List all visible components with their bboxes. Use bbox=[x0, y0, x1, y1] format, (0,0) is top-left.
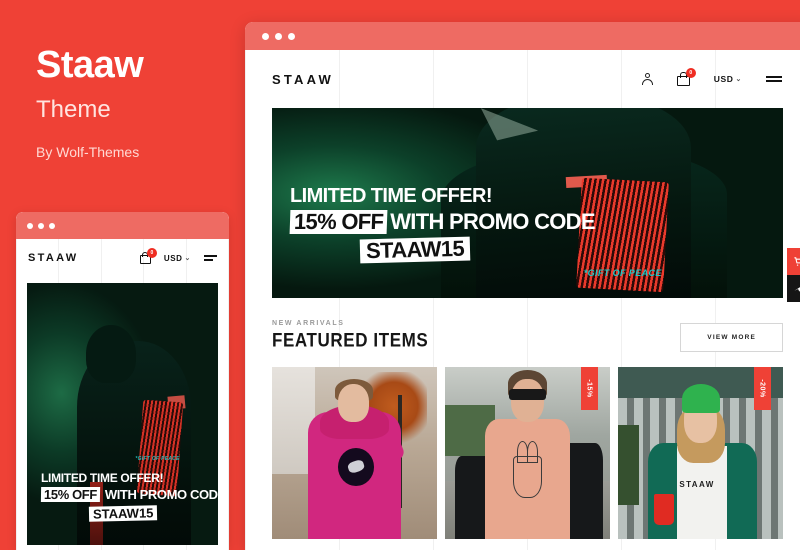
window-dot-maximize[interactable] bbox=[288, 32, 295, 40]
discount-badge: -15% bbox=[581, 367, 598, 410]
desktop-page: STAAW 0 USD ⌄ *GIFT OF PEACE LIMITED TIM… bbox=[245, 50, 800, 550]
promo-author: By Wolf-Themes bbox=[36, 143, 140, 160]
header-icons: 0 USD ⌄ bbox=[641, 68, 782, 86]
page-title: Staaw bbox=[36, 44, 144, 86]
share-float-button[interactable] bbox=[787, 275, 800, 302]
hero-line-1: LIMITED TIME OFFER! bbox=[41, 471, 164, 485]
featured-heading-group: NEW ARRIVALS FEATURED ITEMS bbox=[272, 320, 428, 352]
hero-banner[interactable]: *GIFT OF PEACE LIMITED TIME OFFER! 15% O… bbox=[272, 108, 783, 298]
mobile-preview-window: STAAW 0 USD ⌄ *GIFT OF PEACE LIMITED TIM… bbox=[16, 212, 229, 550]
window-dot-minimize[interactable] bbox=[275, 32, 282, 40]
discount-badge: -20% bbox=[754, 367, 771, 410]
floating-side-buttons bbox=[787, 248, 800, 302]
product-card[interactable]: -20% STAAW bbox=[618, 367, 783, 539]
site-logo[interactable]: STAAW bbox=[272, 72, 334, 87]
hero-hood bbox=[86, 324, 136, 383]
hero-promo-code: STAAW15 bbox=[359, 236, 471, 264]
hero-promo-code: STAAW15 bbox=[88, 505, 158, 522]
window-dot-close[interactable] bbox=[262, 32, 269, 40]
mobile-page: STAAW 0 USD ⌄ *GIFT OF PEACE LIMITED TIM… bbox=[16, 239, 229, 550]
mobile-site-header: STAAW 0 USD ⌄ bbox=[16, 239, 229, 277]
window-dot-close[interactable] bbox=[27, 222, 33, 229]
product-card[interactable]: -15% bbox=[445, 367, 610, 539]
mobile-window-side-fill bbox=[229, 212, 235, 550]
desktop-window-titlebar bbox=[245, 22, 800, 50]
hero-discount-highlight: 15% OFF bbox=[289, 209, 388, 234]
desktop-preview-window: STAAW 0 USD ⌄ *GIFT OF PEACE LIMITED TIM… bbox=[245, 22, 800, 550]
arrow-icon bbox=[794, 287, 800, 292]
view-more-button[interactable]: VIEW MORE bbox=[680, 323, 783, 352]
mobile-logo[interactable]: STAAW bbox=[28, 252, 78, 264]
person-icon[interactable] bbox=[641, 72, 653, 86]
section-eyebrow: NEW ARRIVALS bbox=[272, 320, 345, 327]
hero-line-1: LIMITED TIME OFFER! bbox=[290, 185, 493, 207]
shopping-bag-icon[interactable]: 0 bbox=[676, 68, 696, 86]
hero-copy: LIMITED TIME OFFER! 15% OFF WITH PROMO C… bbox=[272, 185, 783, 264]
featured-section-header: NEW ARRIVALS FEATURED ITEMS VIEW MORE bbox=[272, 320, 783, 352]
hamburger-menu-icon[interactable] bbox=[204, 255, 217, 261]
window-dot-minimize[interactable] bbox=[38, 222, 44, 229]
hero-graphic-text: *GIFT OF PEACE bbox=[583, 267, 662, 278]
window-dot-maximize[interactable] bbox=[49, 222, 55, 229]
product-card[interactable] bbox=[272, 367, 437, 539]
hero-line-2: WITH PROMO CODE bbox=[104, 487, 218, 502]
mobile-header-icons: 0 USD ⌄ bbox=[139, 248, 217, 264]
currency-label: USD bbox=[163, 253, 183, 263]
product-grid: -15% -20% STAAW bbox=[272, 367, 783, 539]
mobile-hero-banner[interactable]: *GIFT OF PEACE LIMITED TIME OFFER! 15% O… bbox=[27, 283, 218, 545]
promo-subtitle: Theme bbox=[36, 95, 111, 123]
hero-discount-highlight: 15% OFF bbox=[40, 487, 100, 502]
cart-count-badge: 0 bbox=[146, 248, 157, 258]
site-header: STAAW 0 USD ⌄ bbox=[245, 50, 800, 108]
product-shirt-text: STAAW bbox=[679, 479, 715, 489]
cart-float-button[interactable] bbox=[787, 248, 800, 275]
chevron-down-icon: ⌄ bbox=[735, 76, 742, 83]
cart-count-badge: 0 bbox=[685, 68, 696, 78]
shopping-bag-icon[interactable]: 0 bbox=[139, 248, 157, 264]
hamburger-menu-icon[interactable] bbox=[766, 76, 782, 82]
currency-label: USD bbox=[713, 74, 734, 84]
hero-graphic-text: *GIFT OF PEACE bbox=[135, 455, 180, 462]
currency-selector[interactable]: USD ⌄ bbox=[714, 74, 742, 84]
mobile-hero-copy: LIMITED TIME OFFER! 15% OFF WITH PROMO C… bbox=[27, 472, 218, 523]
mobile-window-titlebar bbox=[16, 212, 229, 239]
hero-line-2: WITH PROMO CODE bbox=[390, 209, 595, 234]
currency-selector[interactable]: USD ⌄ bbox=[164, 254, 191, 263]
shopping-cart-icon bbox=[794, 257, 800, 266]
section-title: FEATURED ITEMS bbox=[272, 329, 429, 351]
chevron-down-icon: ⌄ bbox=[184, 255, 191, 262]
